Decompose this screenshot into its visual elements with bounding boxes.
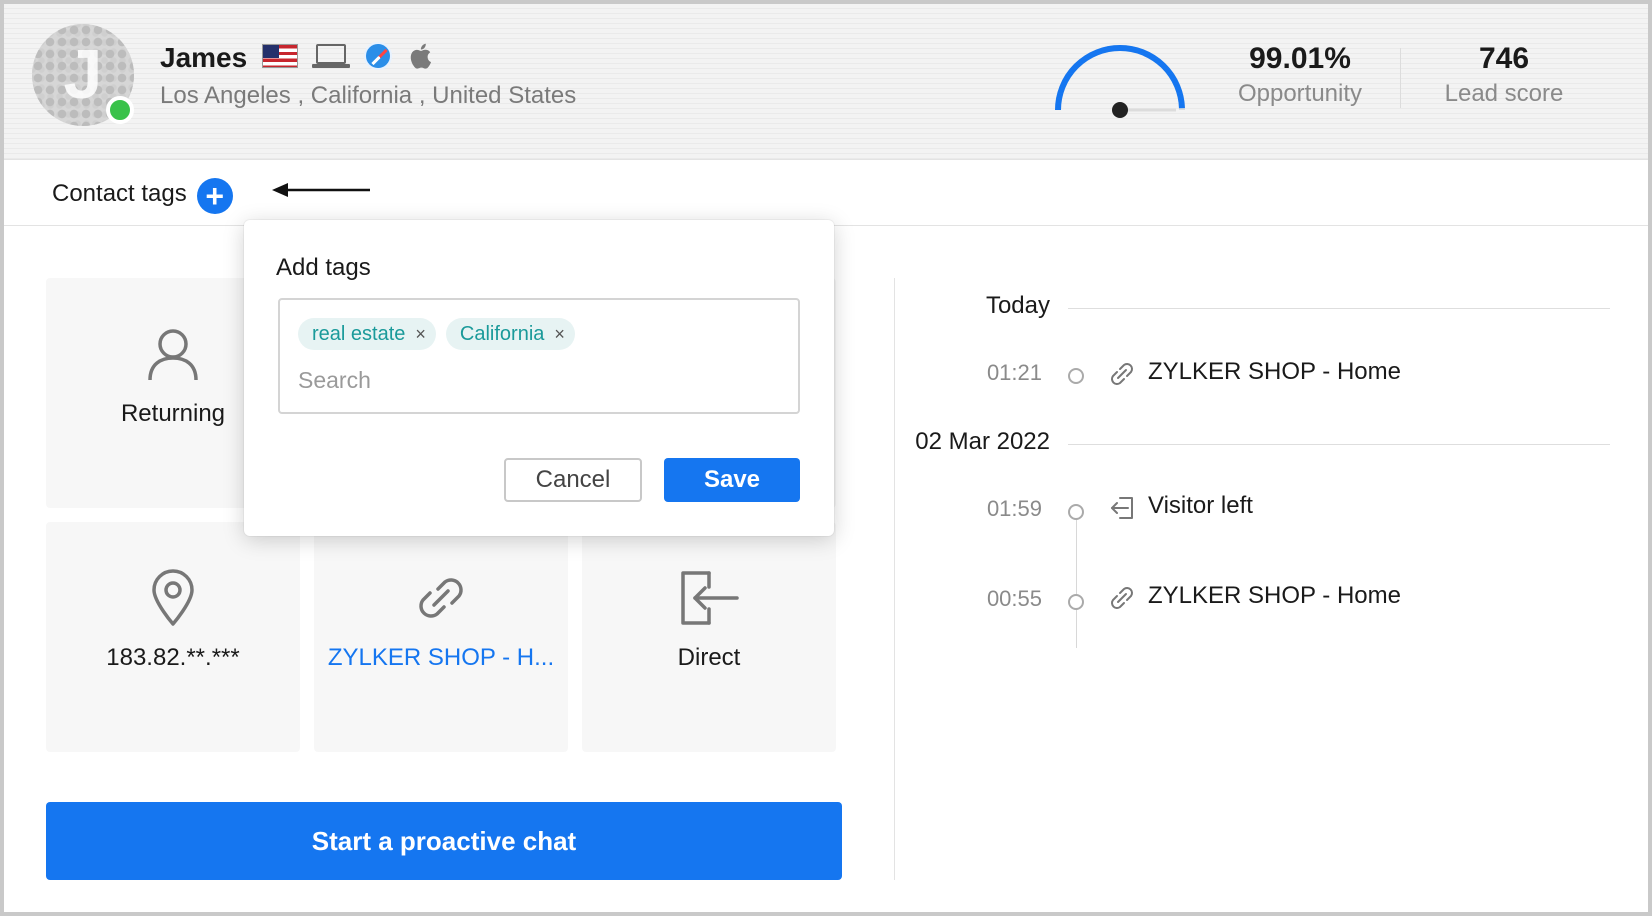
visitor-info-panel: J James Los Angeles , California , Unite… bbox=[0, 0, 1652, 916]
add-tag-button[interactable]: + bbox=[196, 178, 233, 214]
tag-input-box[interactable]: real estate × California × bbox=[278, 298, 800, 414]
tag-chip-label: California bbox=[459, 322, 545, 345]
visitor-type-text: Returning bbox=[120, 400, 226, 427]
tag-chip-label: real estate bbox=[312, 322, 406, 345]
remove-tag-icon[interactable]: × bbox=[415, 324, 426, 345]
visitor-header: J James Los Angeles , California , Unite… bbox=[4, 4, 1648, 160]
safari-icon bbox=[364, 42, 392, 70]
tag-chip: real estate × bbox=[298, 318, 436, 350]
column-divider bbox=[894, 278, 895, 880]
start-proactive-chat-button[interactable]: Start a proactive chat bbox=[46, 802, 842, 880]
link-icon bbox=[412, 568, 470, 628]
tag-search-input[interactable] bbox=[298, 362, 778, 398]
landing-page-card[interactable]: ZYLKER SHOP - H... bbox=[314, 522, 568, 752]
apple-icon bbox=[406, 42, 434, 70]
user-icon bbox=[145, 324, 201, 384]
timeline-event-link[interactable]: ZYLKER SHOP - Home bbox=[1148, 582, 1401, 610]
visitor-location: Los Angeles , California , United States bbox=[160, 82, 577, 109]
remove-tag-icon[interactable]: × bbox=[554, 324, 565, 345]
timeline-time: 00:55 bbox=[986, 586, 1042, 611]
opportunity-value: 99.01% bbox=[1249, 42, 1351, 75]
save-button[interactable]: Save bbox=[664, 458, 800, 502]
visitor-device-icons bbox=[262, 42, 434, 70]
tag-chips: real estate × California × bbox=[298, 318, 575, 350]
timeline-event-text: Visitor left bbox=[1148, 492, 1253, 519]
timeline-divider bbox=[1068, 444, 1610, 445]
contact-tags-row: Contact tags + bbox=[52, 174, 233, 214]
timeline-node bbox=[1068, 368, 1084, 384]
opportunity-label: Opportunity bbox=[1237, 80, 1363, 107]
timeline-time: 01:59 bbox=[986, 496, 1042, 521]
timeline-connector bbox=[1076, 518, 1077, 648]
direct-entry-icon bbox=[679, 568, 739, 628]
link-icon bbox=[1111, 587, 1133, 609]
visitor-name: James bbox=[160, 42, 248, 73]
exit-icon bbox=[1111, 497, 1133, 519]
referrer-text: Direct bbox=[677, 644, 741, 671]
tag-chip: California × bbox=[445, 318, 575, 350]
opportunity-gauge bbox=[1055, 45, 1185, 118]
referrer-card: Direct bbox=[582, 522, 836, 752]
lead-score-value: 746 bbox=[1478, 42, 1530, 75]
landing-page-link[interactable]: ZYLKER SHOP - H... bbox=[328, 644, 554, 672]
timeline-node bbox=[1068, 594, 1084, 610]
ip-address-card: 183.82.**.*** bbox=[46, 522, 300, 752]
contact-tags-label: Contact tags bbox=[52, 180, 187, 207]
metric-divider bbox=[1400, 48, 1401, 108]
link-icon bbox=[1111, 363, 1133, 385]
popup-title: Add tags bbox=[276, 254, 371, 281]
us-flag-icon bbox=[262, 44, 298, 68]
lead-score-label: Lead score bbox=[1444, 80, 1564, 107]
timeline-day-label: Today bbox=[985, 292, 1050, 319]
laptop-icon bbox=[312, 42, 350, 70]
arrow-left-icon bbox=[272, 183, 370, 197]
online-status-icon bbox=[106, 96, 134, 124]
ip-address-text: 183.82.**.*** bbox=[106, 644, 240, 671]
timeline-time: 01:21 bbox=[986, 360, 1042, 385]
timeline-day-label: 02 Mar 2022 bbox=[915, 428, 1050, 455]
timeline-event-link[interactable]: ZYLKER SHOP - Home bbox=[1148, 358, 1401, 386]
lead-score-metric: 746 Lead score bbox=[1424, 42, 1584, 108]
timeline-node bbox=[1068, 504, 1084, 520]
timeline-divider bbox=[1068, 308, 1610, 309]
location-pin-icon bbox=[150, 568, 196, 628]
add-tags-popup: Add tags real estate × California × Canc… bbox=[244, 220, 834, 536]
cancel-button[interactable]: Cancel bbox=[504, 458, 642, 502]
opportunity-metric: 99.01% Opportunity bbox=[1220, 42, 1380, 108]
